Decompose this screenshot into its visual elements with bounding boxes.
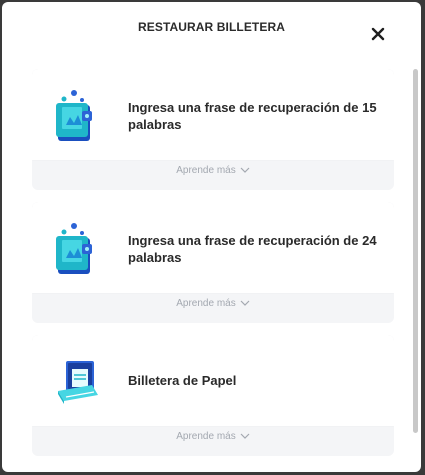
- option-label: Ingresa una frase de recuperación de 15 …: [128, 100, 377, 132]
- chevron-down-icon: [240, 165, 250, 176]
- option-label: Ingresa una frase de recuperación de 24 …: [128, 233, 377, 265]
- restore-wallet-modal: RESTAURAR BILLETERA Ingresa una frase de…: [2, 2, 421, 472]
- wallet-icon: [52, 218, 104, 278]
- option-paper-wallet-button[interactable]: Billetera de Papel: [32, 335, 394, 426]
- chevron-down-icon: [240, 298, 250, 309]
- option-card-15-words: Ingresa una frase de recuperación de 15 …: [32, 69, 394, 190]
- learn-more-link[interactable]: Aprende más: [32, 431, 394, 442]
- option-15-words-button[interactable]: Ingresa una frase de recuperación de 15 …: [32, 69, 394, 160]
- learn-more-link[interactable]: Aprende más: [32, 165, 394, 176]
- learn-more-label: Aprende más: [176, 165, 236, 177]
- learn-more-link[interactable]: Aprende más: [32, 298, 394, 309]
- option-24-words-button[interactable]: Ingresa una frase de recuperación de 24 …: [32, 202, 394, 293]
- learn-more-label: Aprende más: [176, 298, 236, 310]
- learn-more-label: Aprende más: [176, 431, 236, 443]
- wallet-icon: [52, 85, 104, 145]
- close-icon[interactable]: [370, 26, 386, 42]
- chevron-down-icon: [240, 431, 250, 442]
- modal-title: RESTAURAR BILLETERA: [137, 20, 285, 34]
- option-card-paper-wallet: Billetera de Papel Aprende más: [32, 335, 394, 456]
- scrollbar-thumb[interactable]: [413, 69, 418, 433]
- option-label: Billetera de Papel: [128, 373, 237, 388]
- option-card-24-words: Ingresa una frase de recuperación de 24 …: [32, 202, 394, 323]
- paper-wallet-icon: [52, 351, 104, 411]
